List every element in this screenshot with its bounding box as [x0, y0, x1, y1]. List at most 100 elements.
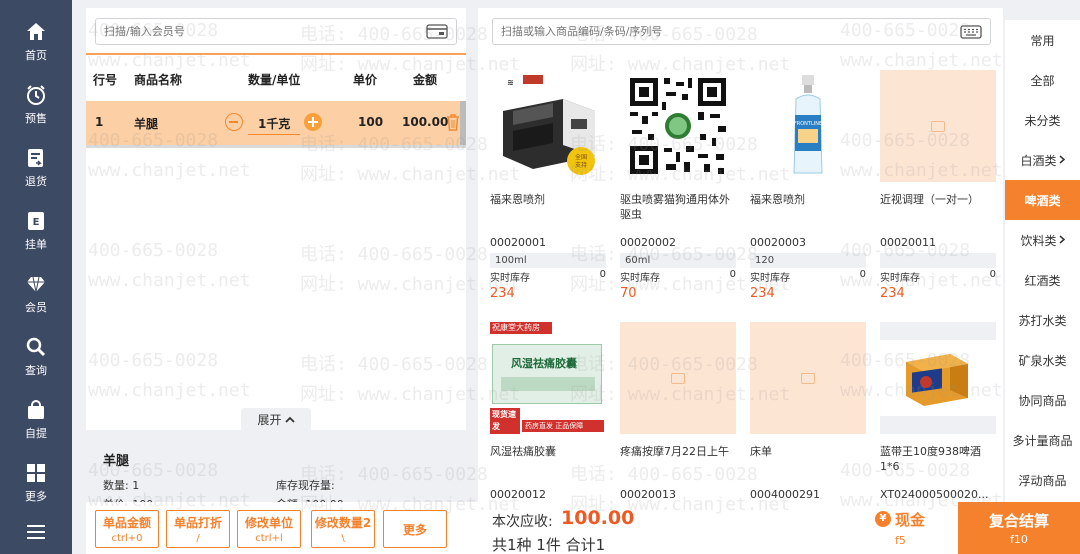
category-sidebar: 常用 全部 未分类 白酒类 啤酒类 饮料类 红酒类 苏打水类 矿泉水类 协同商品… [1005, 20, 1080, 502]
category-soda[interactable]: 苏打水类 [1005, 300, 1080, 340]
nav-label: 首页 [25, 49, 47, 62]
row-name: 羊腿 [134, 117, 159, 131]
nav-pending-order[interactable]: E 挂单 [0, 201, 72, 261]
medicine-box-title: 风湿祛痛胶囊 [511, 357, 577, 370]
grid-icon [25, 462, 47, 484]
product-image-spray-bottle: FRONTLINE [750, 70, 866, 182]
detail-name: 羊腿 [103, 454, 130, 469]
category-all[interactable]: 全部 [1005, 60, 1080, 100]
category-multi-measure[interactable]: 多计量商品 [1005, 420, 1080, 460]
stock-value: 0 [599, 269, 606, 280]
expand-button[interactable]: 展开 [241, 408, 311, 430]
row-divider [86, 145, 466, 148]
category-mineral-water[interactable]: 矿泉水类 [1005, 340, 1080, 380]
category-common[interactable]: 常用 [1005, 20, 1080, 60]
product-price: 234 [490, 286, 515, 301]
product-image-placeholder [750, 322, 866, 434]
col-amount: 金额 [413, 73, 438, 87]
row-qty[interactable]: 1千克 [258, 115, 290, 132]
product-search-input[interactable] [493, 19, 943, 44]
products-panel: ≋ 全国 支持 福来恩喷剂 00020001 100ml 实时库存 0 234 [478, 8, 1003, 502]
bottom-toolbar: 单品金额 ctrl+0 单品打折 / 修改单位 ctrl+l 修改数量2 \ 更多 本次… [86, 502, 1080, 554]
bag-icon [25, 399, 47, 421]
product-spec: 60ml [620, 253, 736, 268]
product-image-banknote-counter: ≋ 全国 支持 [490, 70, 606, 182]
svg-text:全国: 全国 [575, 153, 587, 161]
detail-qty: 数量: 1 [103, 479, 140, 492]
nav-member[interactable]: 会员 [0, 264, 72, 324]
change-qty-button[interactable]: 修改数量2 \ [311, 510, 375, 548]
increase-qty-button[interactable] [304, 113, 322, 131]
product-name: 蓝带王10度938啤酒1*6 [880, 445, 981, 473]
category-beverage[interactable]: 饮料类 [1005, 220, 1080, 260]
nav-query[interactable]: 查询 [0, 327, 72, 387]
product-name: 福来恩喷剂 [490, 193, 545, 206]
image-placeholder-icon [671, 372, 685, 384]
nav-pickup[interactable]: 自提 [0, 390, 72, 450]
product-price: 234 [750, 286, 775, 301]
chevron-up-icon [284, 412, 295, 426]
chevron-right-icon [1059, 233, 1065, 247]
col-qty-unit: 数量/单位 [248, 73, 301, 87]
item-discount-button[interactable]: 单品打折 / [166, 510, 230, 548]
nav-more[interactable]: 更多 [0, 453, 72, 513]
cart-scrollbar[interactable] [460, 101, 466, 145]
nav-label: 更多 [25, 490, 47, 503]
composite-settle-button[interactable]: 复合结算 f10 [958, 502, 1080, 554]
left-navigation: 首页 预售 退货 E 挂单 会员 查询 自提 更多 [0, 0, 72, 554]
more-button[interactable]: 更多 [383, 510, 447, 548]
diamond-icon [25, 273, 47, 295]
card-icon[interactable] [426, 24, 448, 42]
col-name: 商品名称 [134, 73, 183, 87]
category-baijiu[interactable]: 白酒类 [1005, 140, 1080, 180]
product-image-beer-case [880, 322, 996, 434]
search-icon [25, 336, 47, 358]
row-amount: 100.00 [402, 115, 449, 129]
cash-pay-button[interactable]: ¥ 现金 f5 [871, 508, 931, 550]
cart-panel: 行号 商品名称 数量/单位 单价 金额 1 羊腿 1千克 100 100.00 … [86, 8, 466, 511]
product-code: 0004000291 [750, 488, 820, 501]
product-image-qr-code [620, 70, 736, 182]
category-beer[interactable]: 啤酒类 [1005, 180, 1080, 220]
category-uncategorized[interactable]: 未分类 [1005, 100, 1080, 140]
nav-home[interactable]: 首页 [0, 12, 72, 72]
stock-label: 实时库存 [880, 273, 920, 284]
nav-label: 自提 [25, 427, 47, 440]
return-icon [25, 147, 47, 169]
category-floating[interactable]: 浮动商品 [1005, 460, 1080, 500]
product-name: 床单 [750, 445, 772, 458]
col-row-no: 行号 [93, 73, 118, 87]
member-input[interactable] [96, 19, 416, 44]
nav-label: 挂单 [25, 238, 47, 251]
category-collaborative[interactable]: 协同商品 [1005, 380, 1080, 420]
pending-order-icon: E [25, 210, 47, 232]
decrease-qty-button[interactable] [225, 113, 243, 131]
hamburger-menu-button[interactable] [0, 518, 72, 548]
product-code: 00020013 [620, 488, 676, 501]
product-price: 234 [880, 286, 905, 301]
change-unit-button[interactable]: 修改单位 ctrl+l [237, 510, 301, 548]
product-code: 00020002 [620, 236, 676, 249]
cart-row[interactable]: 1 羊腿 1千克 100 100.00 [86, 101, 466, 145]
product-name: 疼痛按摩7月22日上午 [620, 445, 729, 458]
item-amount-button[interactable]: 单品金额 ctrl+0 [95, 510, 159, 548]
nav-label: 会员 [25, 301, 47, 314]
col-price: 单价 [353, 73, 378, 87]
keyboard-icon[interactable] [960, 25, 982, 42]
item-detail-panel: 羊腿 数量: 1 库存现存量: 单价: 100 金额: 100.00 [86, 430, 466, 511]
detail-stock: 库存现存量: [276, 479, 335, 492]
trash-icon[interactable] [446, 113, 460, 134]
product-code: 00020001 [490, 236, 546, 249]
product-name: 福来恩喷剂 [750, 193, 805, 206]
amount-due-value: 100.00 [561, 507, 635, 529]
hamburger-icon [26, 524, 46, 543]
svg-text:支持: 支持 [575, 161, 587, 169]
divider [86, 53, 466, 55]
product-spec: 100ml [490, 253, 606, 268]
product-code: 00020011 [880, 236, 936, 249]
yuan-coin-icon: ¥ [875, 511, 891, 527]
nav-return[interactable]: 退货 [0, 138, 72, 198]
stock-value: 0 [859, 269, 866, 280]
category-wine[interactable]: 红酒类 [1005, 260, 1080, 300]
nav-presale[interactable]: 预售 [0, 75, 72, 135]
